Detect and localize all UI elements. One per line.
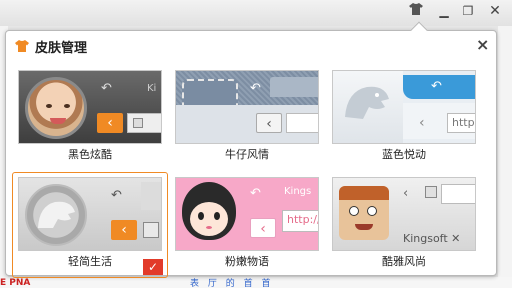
skin-label: 黑色炫酷 — [68, 148, 112, 161]
back-arrow-icon: ↶ — [250, 186, 261, 201]
skin-label: 牛仔风情 — [225, 148, 269, 161]
panel-close-button[interactable]: × — [476, 35, 489, 54]
cartoon-boy-image — [339, 186, 389, 240]
close-window-button[interactable]: ✕ — [485, 2, 505, 20]
tab-text: Kings — [284, 186, 312, 197]
cheetah-logo-icon — [25, 184, 87, 246]
tab-text: Ki — [147, 83, 157, 94]
back-arrow-icon: ‹ — [419, 115, 425, 131]
skin-preview: ‹ Kingsoft ✕ — [332, 177, 476, 251]
back-arrow-icon: ↶ — [111, 188, 122, 203]
skin-label: 蓝色悦动 — [382, 148, 426, 161]
panel-title: 皮肤管理 — [35, 41, 88, 56]
back-arrow-icon: ↶ — [101, 81, 112, 96]
selected-check-icon: ✓ — [143, 259, 163, 275]
minimize-button[interactable]: ▁ — [434, 2, 454, 20]
back-button-preview: ‹ — [250, 218, 276, 238]
back-button-preview: ‹ — [111, 220, 137, 240]
skin-label: 粉嫩物语 — [225, 255, 269, 268]
shirt-icon — [15, 40, 29, 52]
page-right-edge — [498, 26, 512, 288]
tab-preview — [270, 77, 318, 97]
skin-card-denim[interactable]: ↶ ‹ 牛仔风情 — [169, 65, 325, 171]
shirt-icon — [409, 3, 423, 15]
tab-text: Kingsoft ✕ — [403, 232, 461, 245]
skin-preview: ↶ Ki ‹ — [18, 70, 162, 144]
address-bar-preview: http:// — [282, 210, 318, 232]
back-arrow-icon: ↶ — [250, 81, 261, 96]
skin-preview: ↶ Kings ‹ http:// — [175, 177, 319, 251]
back-arrow-icon: ‹ — [403, 186, 409, 201]
skin-preview: ↶ ‹ — [18, 177, 162, 251]
avatar-image — [25, 77, 87, 139]
address-bar-preview: http — [447, 113, 475, 133]
skin-card-black-cool[interactable]: ↶ Ki ‹ 黑色炫酷 — [12, 65, 168, 171]
skin-manager-panel: 皮肤管理 × ↶ Ki ‹ 黑色炫酷 ↶ ‹ 牛仔风情 ↶ ‹ http 蓝色悦… — [5, 21, 497, 278]
skin-manager-button[interactable] — [406, 2, 426, 20]
skin-card-blue[interactable]: ↶ ‹ http 蓝色悦动 — [326, 65, 482, 171]
skin-preview: ↶ ‹ http — [332, 70, 476, 144]
restore-button[interactable]: ❐ — [458, 2, 478, 20]
address-bar-preview — [441, 184, 475, 204]
address-bar-preview — [286, 113, 318, 133]
skin-card-simple-life[interactable]: ↶ ‹ 轻简生活 ✓ — [12, 172, 168, 278]
skin-card-elegant[interactable]: ‹ Kingsoft ✕ 酷雅风尚 — [326, 172, 482, 278]
back-button-preview: ‹ — [97, 113, 123, 133]
cartoon-girl-image — [182, 182, 236, 240]
skin-preview: ↶ ‹ — [175, 70, 319, 144]
skin-label: 酷雅风尚 — [382, 255, 426, 268]
background-red-text: E PNA — [0, 278, 31, 288]
skin-card-pink[interactable]: ↶ Kings ‹ http:// 粉嫩物语 — [169, 172, 325, 278]
cheetah-logo-icon — [345, 86, 389, 119]
back-arrow-icon: ↶ — [431, 79, 442, 94]
back-button-preview: ‹ — [256, 113, 282, 133]
